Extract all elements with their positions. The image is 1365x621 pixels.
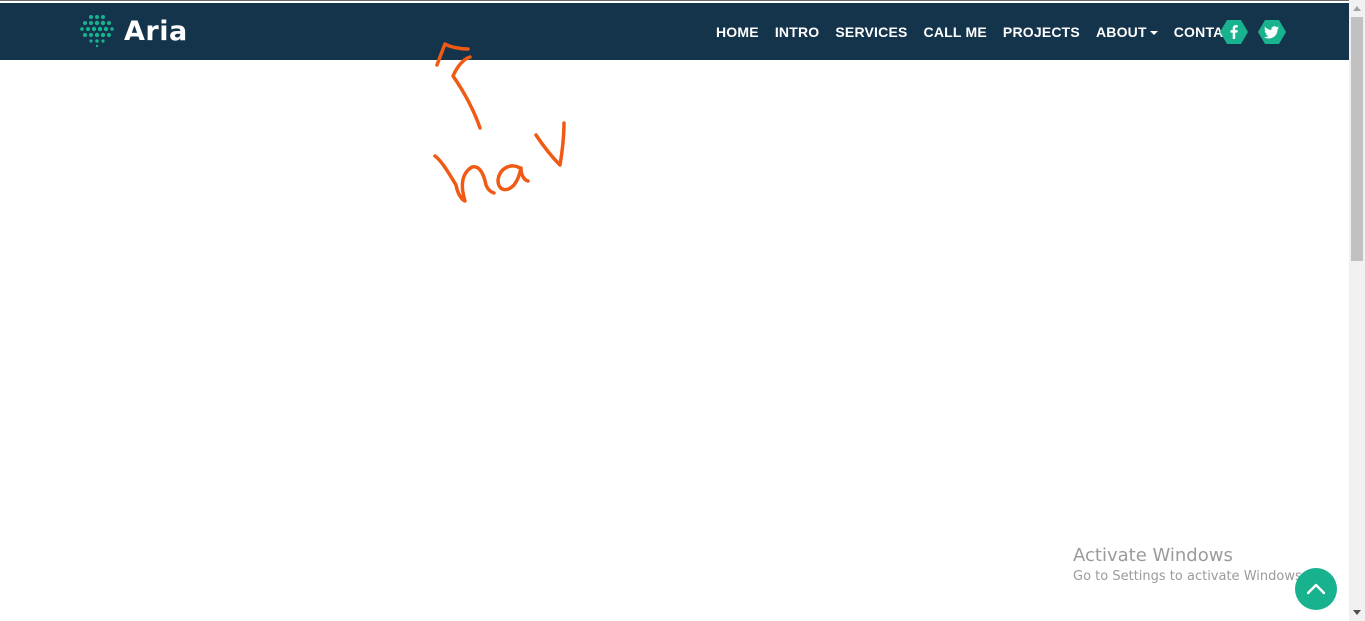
caret-down-icon bbox=[1149, 30, 1158, 35]
scrollbar-thumb[interactable] bbox=[1351, 17, 1363, 261]
annotation-arrow-shaft bbox=[451, 55, 482, 130]
watermark-subtitle: Go to Settings to activate Windows. bbox=[1073, 569, 1306, 584]
activate-windows-watermark: Activate Windows Go to Settings to activ… bbox=[1073, 545, 1306, 586]
twitter-icon[interactable] bbox=[1258, 18, 1286, 46]
scroll-up-arrow-icon[interactable] bbox=[1353, 6, 1361, 11]
handwritten-nav-annotation bbox=[433, 42, 566, 203]
brand-name: Aria bbox=[124, 15, 188, 47]
brand-logo[interactable]: Aria bbox=[80, 13, 188, 49]
annotation-letter-v bbox=[534, 121, 566, 167]
watermark-title: Activate Windows bbox=[1073, 545, 1233, 566]
nav-item-intro[interactable]: INTRO bbox=[767, 24, 828, 40]
annotation-letter-n bbox=[433, 154, 496, 203]
back-to-top-button[interactable] bbox=[1295, 568, 1337, 610]
nav-item-services[interactable]: SERVICES bbox=[827, 24, 915, 40]
nav-menu: HOME INTRO SERVICES CALL ME PROJECTS ABO… bbox=[708, 3, 1251, 60]
annotation-letter-a bbox=[496, 164, 530, 192]
nav-item-call-me[interactable]: CALL ME bbox=[916, 24, 995, 40]
dots-logo-icon bbox=[80, 14, 116, 48]
nav-item-about[interactable]: ABOUT bbox=[1088, 24, 1166, 40]
facebook-icon[interactable] bbox=[1220, 18, 1248, 46]
nav-item-about-label: ABOUT bbox=[1095, 23, 1147, 40]
navbar: Aria HOME INTRO SERVICES CALL ME PROJECT… bbox=[0, 3, 1349, 60]
page: Aria HOME INTRO SERVICES CALL ME PROJECT… bbox=[0, 0, 1365, 621]
vertical-scrollbar[interactable] bbox=[1349, 0, 1365, 621]
scroll-down-arrow-icon[interactable] bbox=[1353, 610, 1361, 615]
nav-item-home[interactable]: HOME bbox=[708, 24, 767, 40]
chevron-up-icon bbox=[1306, 583, 1326, 595]
nav-item-projects[interactable]: PROJECTS bbox=[995, 24, 1088, 40]
